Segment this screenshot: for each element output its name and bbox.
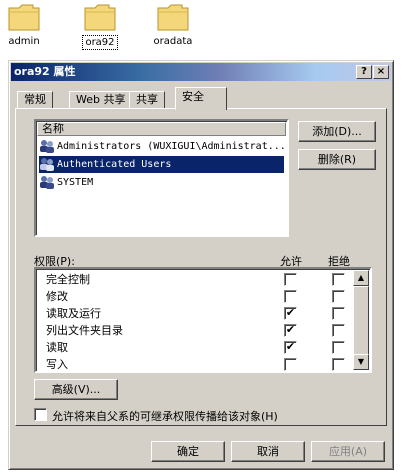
folder-label: oradata — [153, 36, 193, 47]
user-name: SYSTEM — [57, 177, 94, 188]
folder-label: admin — [8, 36, 40, 47]
deny-checkbox[interactable] — [332, 307, 345, 320]
user-list[interactable]: 名称 Administrators (WUXIGUI\Administrat..… — [34, 119, 289, 237]
inherit-label: 允许将来自父系的可继承权限传播给该对象(H) — [52, 410, 278, 423]
deny-checkbox[interactable] — [332, 324, 345, 337]
allow-checkbox[interactable]: ✔ — [284, 307, 297, 320]
inherit-checkbox[interactable] — [34, 408, 47, 421]
list-item[interactable]: Authenticated Users — [39, 156, 284, 173]
permission-row: 读取及运行 ✔ — [36, 305, 352, 322]
permission-name: 读取及运行 — [46, 307, 101, 320]
folder-oradata[interactable]: oradata — [143, 2, 203, 48]
permission-name: 写入 — [46, 358, 68, 371]
remove-button[interactable]: 删除(R) — [298, 149, 376, 170]
apply-button[interactable]: 应用(A) — [311, 441, 385, 462]
list-header-name[interactable]: 名称 — [37, 122, 286, 136]
title-bar[interactable]: ora92 属性 ? × — [11, 63, 391, 81]
list-item[interactable]: SYSTEM — [39, 174, 284, 191]
permission-name: 修改 — [46, 290, 68, 303]
tab-sharing[interactable]: 共享 — [129, 91, 165, 109]
deny-checkbox[interactable] — [332, 341, 345, 354]
deny-checkbox[interactable] — [332, 358, 345, 371]
folder-label: ora92 — [82, 35, 118, 50]
allow-checkbox[interactable]: ✔ — [284, 324, 297, 337]
list-item[interactable]: Administrators (WUXIGUI\Administrat... — [39, 138, 284, 155]
scroll-down-button[interactable]: ▼ — [353, 354, 369, 370]
properties-dialog: ora92 属性 ? × 常规 Web 共享 共享 安全 名称 Administ… — [8, 60, 394, 470]
permissions-list[interactable]: 完全控制 修改 读取及运行 ✔ 列出文件夹目录 ✔ 读取 ✔ 写入 ▲ ▼ — [34, 267, 372, 373]
deny-checkbox[interactable] — [332, 290, 345, 303]
users-group-icon — [40, 140, 54, 153]
window-title: ora92 属性 — [14, 65, 76, 78]
add-button[interactable]: 添加(D)... — [298, 121, 376, 142]
folder-icon — [8, 4, 40, 31]
permission-name: 读取 — [46, 341, 68, 354]
security-panel: 名称 Administrators (WUXIGUI\Administrat..… — [15, 108, 387, 426]
scroll-thumb[interactable] — [353, 286, 369, 358]
scroll-up-button[interactable]: ▲ — [353, 270, 369, 286]
permission-row: 写入 — [36, 356, 352, 373]
user-name: Administrators (WUXIGUI\Administrat... — [57, 141, 284, 152]
permission-row: 列出文件夹目录 ✔ — [36, 322, 352, 339]
permission-row: 完全控制 — [36, 271, 352, 288]
folder-admin[interactable]: admin — [0, 2, 54, 48]
close-button[interactable]: × — [373, 65, 389, 79]
advanced-button[interactable]: 高级(V)... — [34, 379, 118, 400]
tab-general[interactable]: 常规 — [17, 91, 53, 109]
user-name: Authenticated Users — [57, 159, 172, 170]
allow-checkbox[interactable] — [284, 273, 297, 286]
folder-icon — [157, 4, 189, 31]
allow-checkbox[interactable] — [284, 290, 297, 303]
folder-icon — [84, 4, 116, 31]
inherit-option[interactable]: 允许将来自父系的可继承权限传播给该对象(H) — [34, 407, 334, 423]
help-button[interactable]: ? — [356, 65, 372, 79]
tab-web-sharing[interactable]: Web 共享 — [69, 91, 133, 109]
permission-row: 读取 ✔ — [36, 339, 352, 356]
permission-name: 完全控制 — [46, 273, 90, 286]
deny-checkbox[interactable] — [332, 273, 345, 286]
users-group-icon — [40, 158, 54, 171]
allow-checkbox[interactable] — [284, 358, 297, 371]
users-group-icon — [40, 176, 54, 189]
cancel-button[interactable]: 取消 — [231, 441, 305, 462]
permission-row: 修改 — [36, 288, 352, 305]
folder-ora92[interactable]: ora92 — [70, 2, 130, 50]
allow-checkbox[interactable]: ✔ — [284, 341, 297, 354]
ok-button[interactable]: 确定 — [151, 441, 225, 462]
permissions-scrollbar[interactable]: ▲ ▼ — [353, 270, 369, 370]
permission-name: 列出文件夹目录 — [46, 324, 123, 337]
tab-security[interactable]: 安全 — [175, 87, 227, 110]
